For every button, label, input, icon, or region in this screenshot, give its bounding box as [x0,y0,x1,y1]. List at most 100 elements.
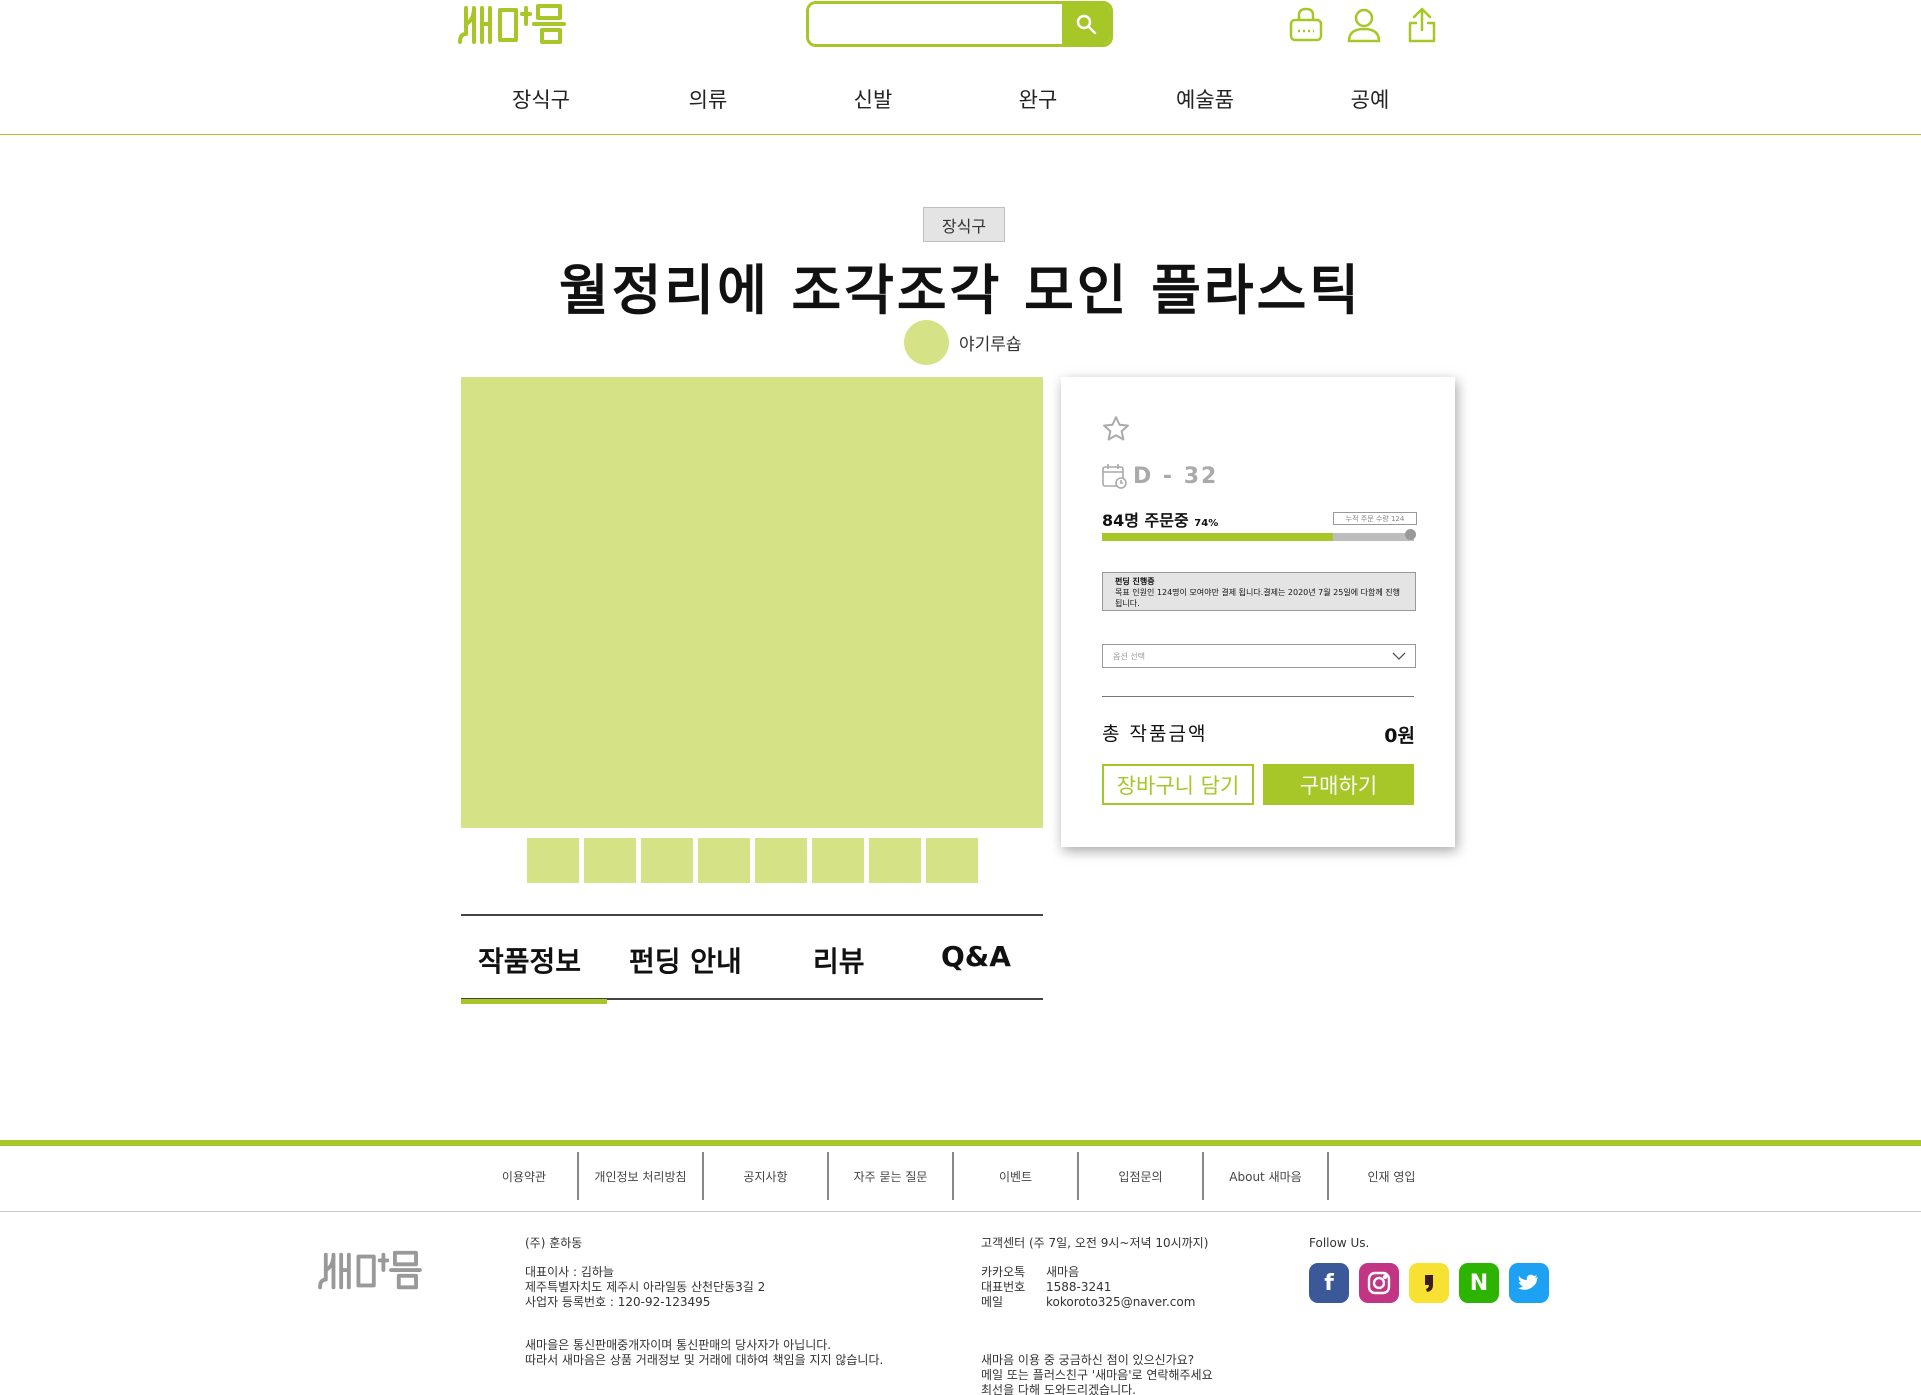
dday-text: D - 32 [1133,463,1219,489]
favorite-button[interactable] [1101,414,1133,446]
tab-qna[interactable]: Q&A [941,940,1011,973]
brand-logo[interactable] [456,0,566,50]
order-count: 84명 주문중 74% [1102,507,1218,531]
header-actions [1287,4,1441,46]
phone-value: 1588-3241 [1046,1280,1112,1294]
search-icon [1076,14,1097,35]
footer-link-privacy[interactable]: 개인정보 처리방침 [579,1152,704,1200]
footer-link-faq[interactable]: 자주 묻는 질문 [829,1152,954,1200]
option-select[interactable]: 옵션 선택 [1102,644,1416,668]
product-thumbnail[interactable] [812,838,864,883]
cart-button[interactable] [1287,4,1325,46]
customer-support-info: 고객센터 (주 7일, 오전 9시~저녁 10시까지) 카카오톡 새마음 대표번호… [981,1236,1213,1395]
purchase-panel: D - 32 84명 주문중 74% 누적 주문 수량 124 펀딩 진행중 목… [1061,377,1455,847]
tab-product-info[interactable]: 작품정보 [478,940,581,980]
total-price-value: 0원 [1384,725,1415,747]
order-percent: 74% [1194,518,1219,529]
footer-link-about[interactable]: About 새마음 [1204,1152,1329,1200]
company-address: 제주특별자치도 제주시 아라일동 산천단동3길 2 [525,1280,766,1294]
add-to-cart-button[interactable]: 장바구니 담기 [1102,764,1254,805]
product-thumbnail[interactable] [584,838,636,883]
product-main-image [461,377,1043,828]
instagram-icon[interactable] [1359,1263,1399,1303]
tab-funding-guide[interactable]: 펀딩 안내 [629,940,742,980]
footer-link-seller-inquiry[interactable]: 입점문의 [1079,1152,1204,1200]
mail-value[interactable]: kokoroto325@naver.com [1046,1295,1195,1310]
seller-avatar[interactable] [904,320,949,365]
kakaotalk-icon[interactable] [1409,1263,1449,1303]
funding-progress-fill [1102,533,1333,541]
footer-logo[interactable] [316,1247,422,1295]
share-button[interactable] [1403,4,1441,46]
option-select-placeholder: 옵션 선택 [1113,651,1145,661]
product-title: 월정리에 조각조각 모인 플라스틱 [559,259,1362,322]
active-tab-indicator [461,999,607,1004]
product-thumbnail[interactable] [869,838,921,883]
kakao-value: 새마음 [1046,1265,1080,1279]
product-thumbnail[interactable] [698,838,750,883]
nav-item-accessories[interactable]: 장식구 [481,84,601,114]
account-button[interactable] [1345,4,1383,46]
search-bar [806,1,1113,47]
company-disclaimer-2: 따라서 새마음은 상품 거래정보 및 거래에 대하여 책임을 지지 않습니다. [525,1353,884,1367]
footer-link-terms[interactable]: 이용약관 [471,1152,579,1200]
tab-reviews[interactable]: 리뷰 [813,940,865,980]
product-thumbnail[interactable] [755,838,807,883]
search-input[interactable] [809,4,1062,44]
support-note-3: 최선을 다해 도와드리겠습니다. [981,1383,1136,1395]
notice-title: 펀딩 진행중 [1115,577,1155,586]
company-business-no: 사업자 등록번호 : 120-92-123495 [525,1295,711,1309]
cart-basket-icon [1289,7,1323,42]
funding-notice: 펀딩 진행중 목표 인원인 124명이 모여야만 결제 됩니다.결제는 2020… [1102,572,1416,611]
product-thumbnail[interactable] [926,838,978,883]
seller-name[interactable]: 야기루숍 [959,330,1022,355]
nav-item-toys[interactable]: 완구 [978,84,1098,114]
company-disclaimer-1: 새마을은 통신판매중개자이며 통신판매의 당사자가 아닙니다. [525,1338,832,1352]
category-nav: 장식구 의류 신발 완구 예술품 공예 [456,84,1456,118]
footer-accent-rule [0,1140,1921,1146]
footer-link-notices[interactable]: 공지사항 [704,1152,829,1200]
chevron-down-icon [1392,652,1406,660]
notice-body: 목표 인원인 124명이 모여야만 결제 됩니다.결제는 2020년 7월 25… [1115,588,1400,608]
product-thumbnail[interactable] [641,838,693,883]
order-count-text: 84명 주문중 [1102,511,1189,530]
twitter-icon[interactable] [1509,1263,1549,1303]
footer-divider [0,1211,1921,1212]
product-thumbnail[interactable] [527,838,579,883]
funding-progress-bar [1102,533,1414,541]
category-badge[interactable]: 장식구 [923,207,1005,242]
nav-item-shoes[interactable]: 신발 [813,84,933,114]
follow-title: Follow Us. [1309,1236,1370,1250]
cumulative-orders-badge: 누적 주문 수량 124 [1333,512,1417,525]
user-icon [1347,8,1381,43]
support-note-2: 메일 또는 플러스친구 '새마음'로 연락해주세요 [981,1368,1213,1382]
support-note-1: 새마음 이용 중 궁금하신 점이 있으신가요? [981,1353,1195,1367]
naver-icon[interactable]: N [1459,1263,1499,1303]
product-tabs: 작품정보 펀딩 안내 리뷰 Q&A [461,914,1043,1004]
footer-link-careers[interactable]: 인재 영입 [1329,1152,1454,1200]
nav-item-clothing[interactable]: 의류 [648,84,768,114]
calendar-clock-icon [1102,464,1127,489]
deadline: D - 32 [1101,462,1218,490]
panel-divider [1102,696,1414,697]
phone-label: 대표번호 [981,1280,1026,1294]
footer-link-events[interactable]: 이벤트 [954,1152,1079,1200]
social-links: fN [1309,1263,1549,1303]
nav-item-art[interactable]: 예술품 [1145,84,1265,114]
star-icon [1103,416,1129,441]
company-ceo: 대표이사 : 김하늘 [525,1265,614,1279]
share-icon [1408,7,1436,43]
company-name: (주) 훈하동 [525,1236,583,1250]
thumbnail-strip [527,838,978,883]
header-divider [0,134,1921,135]
nav-item-crafts[interactable]: 공예 [1310,84,1430,114]
seller-info[interactable]: 야기루숍 [904,320,1022,365]
company-info: (주) 훈하동 대표이사 : 김하늘 제주특별자치도 제주시 아라일동 산천단동… [525,1236,883,1368]
mail-label: 메일 [981,1295,1004,1309]
kakao-label: 카카오톡 [981,1265,1026,1279]
footer-links: 이용약관 개인정보 처리방침 공지사항 자주 묻는 질문 이벤트 입점문의 Ab… [471,1152,1454,1200]
follow-us: Follow Us. fN [1309,1236,1549,1303]
facebook-icon[interactable]: f [1309,1263,1349,1303]
search-button[interactable] [1062,4,1110,44]
buy-now-button[interactable]: 구매하기 [1263,764,1414,805]
